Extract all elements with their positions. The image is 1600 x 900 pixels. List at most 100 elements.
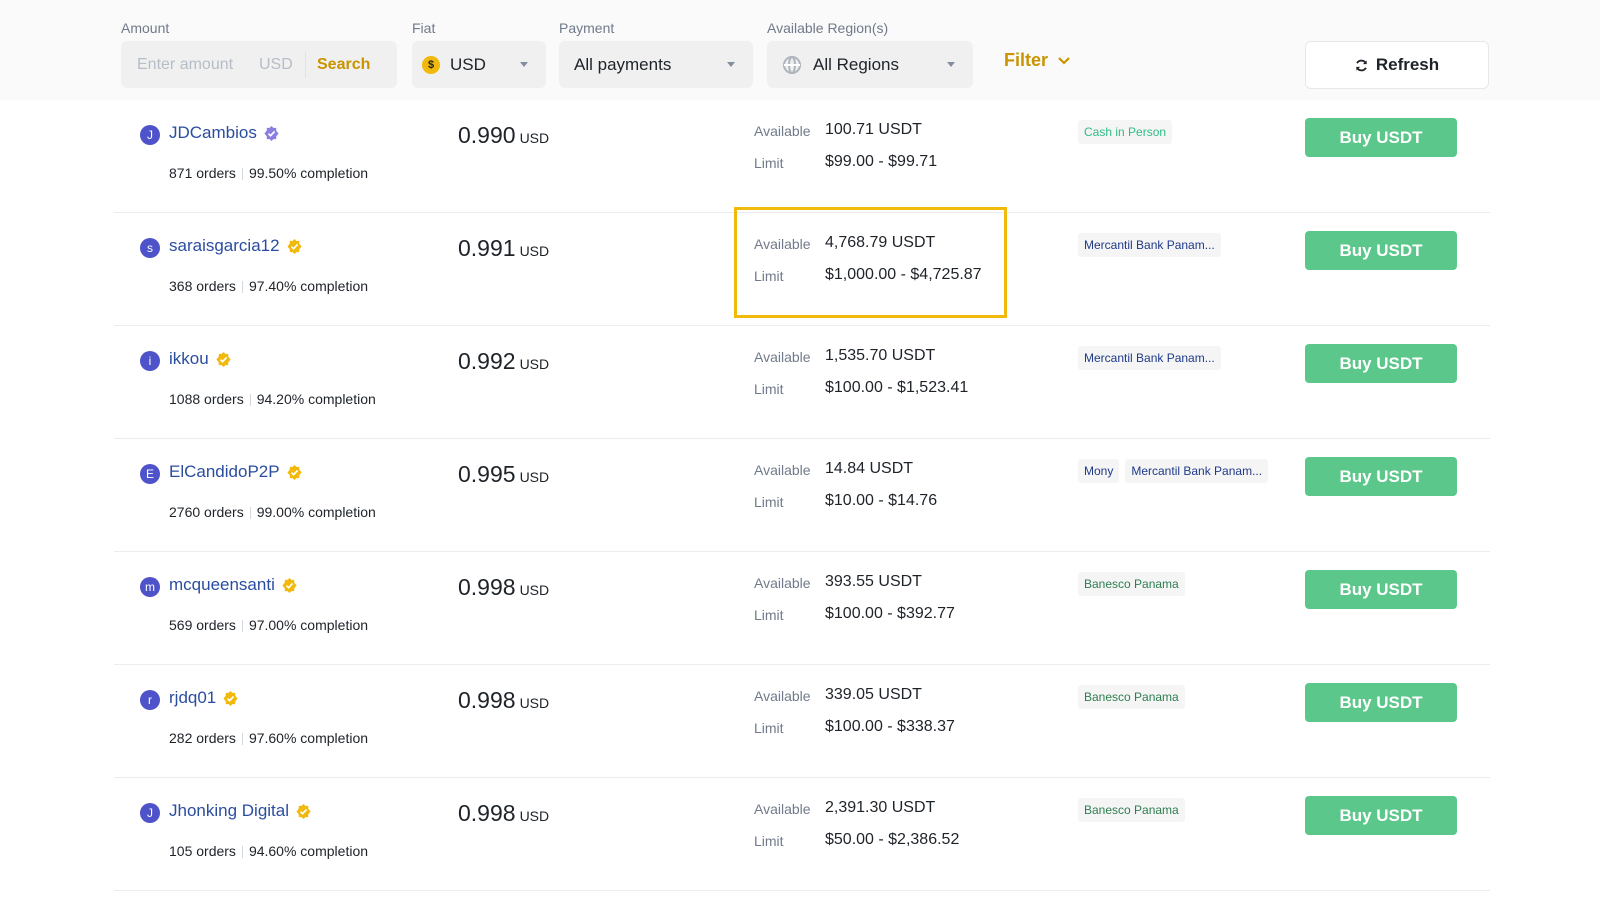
advertiser-name-link[interactable]: JDCambios — [169, 123, 280, 143]
verified-badge-icon — [216, 351, 231, 368]
fiat-select[interactable]: $ USD — [412, 41, 546, 88]
buy-usdt-button[interactable]: Buy USDT — [1305, 796, 1457, 835]
order-count: 282 orders — [169, 730, 236, 746]
price: 0.995 USD — [458, 461, 549, 488]
advertiser-name[interactable]: saraisgarcia12 — [169, 236, 280, 255]
available-label: Available — [754, 349, 811, 365]
fiat-value: USD — [450, 54, 486, 74]
advertiser-name-link[interactable]: ikkou — [169, 349, 232, 369]
search-button[interactable]: Search — [317, 56, 370, 74]
ad-row: i ikkou 1088 orders 94.20% completion 0.9… — [114, 326, 1490, 439]
filter-label: Filter — [1004, 50, 1049, 70]
payment-method-tag: Banesco Panama — [1078, 685, 1185, 709]
advertiser-name-link[interactable]: mcqueensanti — [169, 575, 298, 595]
completion-rate: 99.00% completion — [256, 504, 376, 520]
verified-badge-icon — [264, 125, 279, 142]
verified-badge-icon — [286, 464, 302, 481]
available-amount: 393.55 USDT — [825, 573, 922, 590]
completion-rate: 99.50% completion — [248, 165, 369, 181]
buy-usdt-button[interactable]: Buy USDT — [1305, 118, 1457, 157]
available-label: Available — [754, 801, 811, 817]
advertiser-name-link[interactable]: ElCandidoP2P — [169, 462, 303, 482]
buy-usdt-button[interactable]: Buy USDT — [1305, 231, 1457, 270]
trade-stats: 569 orders 97.00% completion — [169, 617, 368, 633]
payment-method-tag: Mercantil Bank Panam... — [1125, 459, 1269, 483]
advertiser-name-link[interactable]: rjdq01 — [169, 688, 239, 708]
divider — [249, 394, 251, 407]
advertiser-name[interactable]: rjdq01 — [169, 688, 216, 707]
limit-range: $10.00 - $14.76 — [825, 492, 938, 509]
advertiser-name-link[interactable]: saraisgarcia12 — [169, 236, 303, 256]
trade-stats: 2760 orders 99.00% completion — [169, 504, 376, 520]
buy-usdt-button[interactable]: Buy USDT — [1305, 683, 1457, 722]
order-count: 871 orders — [169, 165, 236, 181]
price-currency: USD — [519, 695, 550, 711]
avatar-initial: s — [147, 241, 153, 255]
payment-methods: Mercantil Bank Panam... — [1078, 233, 1221, 257]
buy-usdt-button[interactable]: Buy USDT — [1305, 457, 1457, 496]
refresh-button[interactable]: Refresh — [1305, 41, 1489, 89]
divider — [249, 507, 251, 520]
limit-label: Limit — [754, 833, 784, 849]
advertiser-name[interactable]: ikkou — [169, 349, 209, 368]
price: 0.998 USD — [458, 687, 549, 714]
trade-stats: 368 orders 97.40% completion — [169, 278, 368, 294]
payment-label: Payment — [559, 20, 615, 36]
limit-label: Limit — [754, 155, 784, 171]
amount-unit: USD — [259, 55, 293, 73]
filter-button[interactable]: Filter — [1004, 50, 1070, 71]
caret-down-icon — [947, 62, 955, 67]
price: 0.991 USD — [458, 235, 549, 262]
price-value: 0.995 — [458, 461, 516, 487]
payment-select[interactable]: All payments — [559, 41, 753, 88]
payment-method-tag: Cash in Person — [1078, 120, 1173, 144]
avatar: s — [140, 238, 160, 258]
available-amount: 4,768.79 USDT — [825, 234, 936, 251]
payment-method-tag: Banesco Panama — [1078, 572, 1185, 596]
divider — [241, 168, 243, 181]
filter-bar: Amount USD Search Fiat $ USD Payment All… — [0, 0, 1600, 100]
ad-row: r rjdq01 282 orders 97.60% completion 0.9… — [114, 665, 1490, 778]
amount-input[interactable] — [137, 55, 259, 74]
buy-usdt-button[interactable]: Buy USDT — [1305, 570, 1457, 609]
price-currency: USD — [519, 808, 550, 824]
trade-stats: 282 orders 97.60% completion — [169, 730, 368, 746]
limit-range: $1,000.00 - $4,725.87 — [825, 266, 982, 283]
price-value: 0.990 — [458, 122, 516, 148]
price: 0.990 USD — [458, 122, 549, 149]
verified-badge-icon — [296, 803, 311, 820]
avatar: J — [140, 803, 160, 823]
price-value: 0.991 — [458, 235, 516, 261]
order-count: 2760 orders — [169, 504, 244, 520]
ad-row: J Jhonking Digital 105 orders 94.60% comp… — [114, 778, 1490, 891]
buy-usdt-button[interactable]: Buy USDT — [1305, 344, 1457, 383]
dollar-coin-icon: $ — [422, 55, 440, 74]
available-amount: 100.71 USDT — [825, 121, 922, 138]
refresh-icon — [1355, 59, 1367, 71]
fiat-label: Fiat — [412, 20, 436, 36]
available-label: Available — [754, 236, 811, 252]
avatar-initial: i — [148, 354, 152, 368]
advertiser-name[interactable]: Jhonking Digital — [169, 801, 289, 820]
price-currency: USD — [519, 356, 550, 372]
payment-methods: Mony Mercantil Bank Panam... — [1078, 459, 1269, 483]
advertiser-name[interactable]: mcqueensanti — [169, 575, 275, 594]
order-count: 1088 orders — [169, 391, 244, 407]
limit-range: $100.00 - $392.77 — [825, 605, 955, 622]
available-amount: 1,535.70 USDT — [825, 347, 936, 364]
region-select[interactable]: All Regions — [767, 41, 973, 88]
avatar: m — [140, 577, 160, 597]
advertiser-name[interactable]: ElCandidoP2P — [169, 462, 280, 481]
avatar-initial: r — [148, 693, 152, 707]
price: 0.992 USD — [458, 348, 549, 375]
payment-method-tag: Mercantil Bank Panam... — [1078, 233, 1221, 257]
payment-methods: Banesco Panama — [1078, 798, 1185, 822]
payment-value: All payments — [574, 54, 672, 74]
completion-rate: 94.60% completion — [248, 843, 369, 859]
advertiser-name-link[interactable]: Jhonking Digital — [169, 801, 312, 821]
order-count: 105 orders — [169, 843, 236, 859]
payment-methods: Mercantil Bank Panam... — [1078, 346, 1221, 370]
verified-badge-icon — [223, 690, 238, 707]
advertiser-name[interactable]: JDCambios — [169, 123, 257, 142]
price: 0.998 USD — [458, 574, 549, 601]
